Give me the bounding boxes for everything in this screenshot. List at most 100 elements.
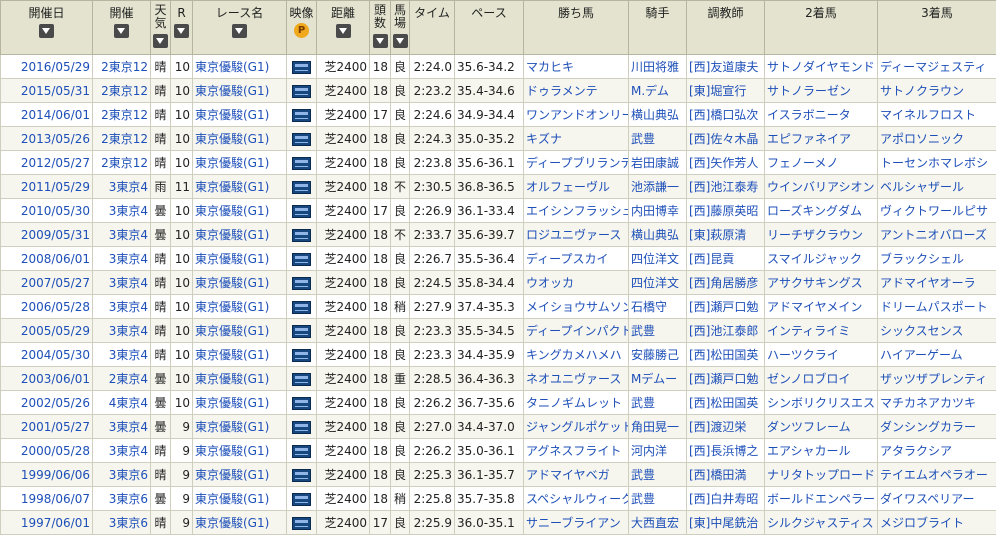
chevron-down-icon[interactable] <box>114 24 129 38</box>
trainer-link[interactable]: [西]昆貢 <box>689 252 734 266</box>
jockey-link[interactable]: 池添謙一 <box>631 180 679 194</box>
winner-link[interactable]: ディープブリランテ <box>526 156 628 170</box>
video-icon[interactable] <box>292 156 311 170</box>
chevron-down-icon[interactable] <box>372 34 388 48</box>
race-name-link[interactable]: 東京優駿(G1) <box>195 300 269 314</box>
venue-link[interactable]: 2東京12 <box>101 60 148 74</box>
race-name-link[interactable]: 東京優駿(G1) <box>195 132 269 146</box>
trainer-link[interactable]: [西]矢作芳人 <box>689 156 758 170</box>
third-link[interactable]: アタラクシア <box>880 444 952 458</box>
jockey-link[interactable]: 武豊 <box>631 324 655 338</box>
video-icon[interactable] <box>292 252 311 266</box>
second-link[interactable]: ローズキングダム <box>767 204 862 218</box>
trainer-link[interactable]: [東]萩原清 <box>689 228 746 242</box>
date-link[interactable]: 2002/05/26 <box>21 396 90 410</box>
trainer-link[interactable]: [西]友道康夫 <box>689 60 758 74</box>
trainer-link[interactable]: [西]池江泰寿 <box>689 180 758 194</box>
date-link[interactable]: 2001/05/27 <box>21 420 90 434</box>
race-name-link[interactable]: 東京優駿(G1) <box>195 444 269 458</box>
venue-link[interactable]: 3東京6 <box>109 492 148 506</box>
video-icon[interactable] <box>292 108 311 122</box>
jockey-link[interactable]: M.デム <box>631 84 669 98</box>
trainer-link[interactable]: [西]長浜博之 <box>689 444 758 458</box>
date-link[interactable]: 2011/05/29 <box>21 180 90 194</box>
venue-link[interactable]: 3東京4 <box>109 228 148 242</box>
second-link[interactable]: サトノラーゼン <box>767 84 851 98</box>
video-icon[interactable] <box>292 420 311 434</box>
video-icon[interactable] <box>292 492 311 506</box>
third-link[interactable]: アントニオバローズ <box>880 228 987 242</box>
jockey-link[interactable]: 四位洋文 <box>631 276 679 290</box>
race-name-link[interactable]: 東京優駿(G1) <box>195 492 269 506</box>
winner-link[interactable]: エイシンフラッシュ <box>526 204 628 218</box>
trainer-link[interactable]: [西]白井寿昭 <box>689 492 758 506</box>
date-link[interactable]: 2010/05/30 <box>21 204 90 218</box>
date-link[interactable]: 2004/05/30 <box>21 348 90 362</box>
jockey-link[interactable]: 武豊 <box>631 396 655 410</box>
race-name-link[interactable]: 東京優駿(G1) <box>195 204 269 218</box>
second-link[interactable]: ボールドエンペラー <box>767 492 875 506</box>
jockey-link[interactable]: Mデムー <box>631 372 677 386</box>
jockey-link[interactable]: 武豊 <box>631 132 655 146</box>
third-link[interactable]: サトノクラウン <box>880 84 964 98</box>
venue-link[interactable]: 2東京12 <box>101 84 148 98</box>
trainer-link[interactable]: [西]松田国英 <box>689 396 758 410</box>
second-link[interactable]: ダンツフレーム <box>767 420 851 434</box>
second-link[interactable]: ナリタトップロード <box>767 468 875 482</box>
trainer-link[interactable]: [東]中尾銑治 <box>689 516 758 530</box>
race-name-link[interactable]: 東京優駿(G1) <box>195 420 269 434</box>
third-link[interactable]: ドリームパスポート <box>880 300 988 314</box>
third-link[interactable]: アドマイヤオーラ <box>880 276 976 290</box>
race-name-link[interactable]: 東京優駿(G1) <box>195 324 269 338</box>
second-link[interactable]: イスラボニータ <box>767 108 851 122</box>
jockey-link[interactable]: 内田博幸 <box>631 204 679 218</box>
second-link[interactable]: エアシャカール <box>767 444 851 458</box>
venue-link[interactable]: 3東京4 <box>109 444 148 458</box>
venue-link[interactable]: 3東京4 <box>109 324 148 338</box>
video-icon[interactable] <box>292 276 311 290</box>
date-link[interactable]: 2013/05/26 <box>21 132 90 146</box>
date-link[interactable]: 2016/05/29 <box>21 60 90 74</box>
race-name-link[interactable]: 東京優駿(G1) <box>195 516 269 530</box>
venue-link[interactable]: 2東京4 <box>109 372 148 386</box>
winner-link[interactable]: キズナ <box>526 132 562 146</box>
video-icon[interactable] <box>292 132 311 146</box>
winner-link[interactable]: アドマイヤベガ <box>526 468 610 482</box>
race-name-link[interactable]: 東京優駿(G1) <box>195 396 269 410</box>
race-name-link[interactable]: 東京優駿(G1) <box>195 228 269 242</box>
chevron-down-icon[interactable] <box>153 34 168 48</box>
venue-link[interactable]: 2東京12 <box>101 132 148 146</box>
third-link[interactable]: ダンシングカラー <box>880 420 976 434</box>
winner-link[interactable]: ディープインパクト <box>526 324 628 338</box>
trainer-link[interactable]: [西]渡辺栄 <box>689 420 746 434</box>
third-link[interactable]: メジロブライト <box>880 516 964 530</box>
video-icon[interactable] <box>292 324 311 338</box>
race-name-link[interactable]: 東京優駿(G1) <box>195 180 269 194</box>
second-link[interactable]: スマイルジャック <box>767 252 862 266</box>
date-link[interactable]: 2005/05/29 <box>21 324 90 338</box>
race-name-link[interactable]: 東京優駿(G1) <box>195 60 269 74</box>
third-link[interactable]: ザッツザプレンティ <box>880 372 987 386</box>
jockey-link[interactable]: 岩田康誠 <box>631 156 679 170</box>
winner-link[interactable]: キングカメハメハ <box>526 348 622 362</box>
jockey-link[interactable]: 四位洋文 <box>631 252 679 266</box>
trainer-link[interactable]: [西]池江泰郎 <box>689 324 758 338</box>
venue-link[interactable]: 3東京4 <box>109 420 148 434</box>
race-name-link[interactable]: 東京優駿(G1) <box>195 468 269 482</box>
second-link[interactable]: リーチザクラウン <box>767 228 863 242</box>
trainer-link[interactable]: [西]瀬戸口勉 <box>689 300 758 314</box>
trainer-link[interactable]: [西]松田国英 <box>689 348 758 362</box>
date-link[interactable]: 1998/06/07 <box>21 492 90 506</box>
venue-link[interactable]: 3東京4 <box>109 252 148 266</box>
chevron-down-icon[interactable] <box>392 34 408 48</box>
date-link[interactable]: 2012/05/27 <box>21 156 90 170</box>
race-name-link[interactable]: 東京優駿(G1) <box>195 372 269 386</box>
date-link[interactable]: 2007/05/27 <box>21 276 90 290</box>
third-link[interactable]: ベルシャザール <box>880 180 964 194</box>
second-link[interactable]: インティライミ <box>767 324 850 338</box>
jockey-link[interactable]: 武豊 <box>631 492 655 506</box>
video-icon[interactable] <box>292 60 311 74</box>
winner-link[interactable]: マカヒキ <box>526 60 574 74</box>
venue-link[interactable]: 3東京4 <box>109 204 148 218</box>
video-icon[interactable] <box>292 372 311 386</box>
